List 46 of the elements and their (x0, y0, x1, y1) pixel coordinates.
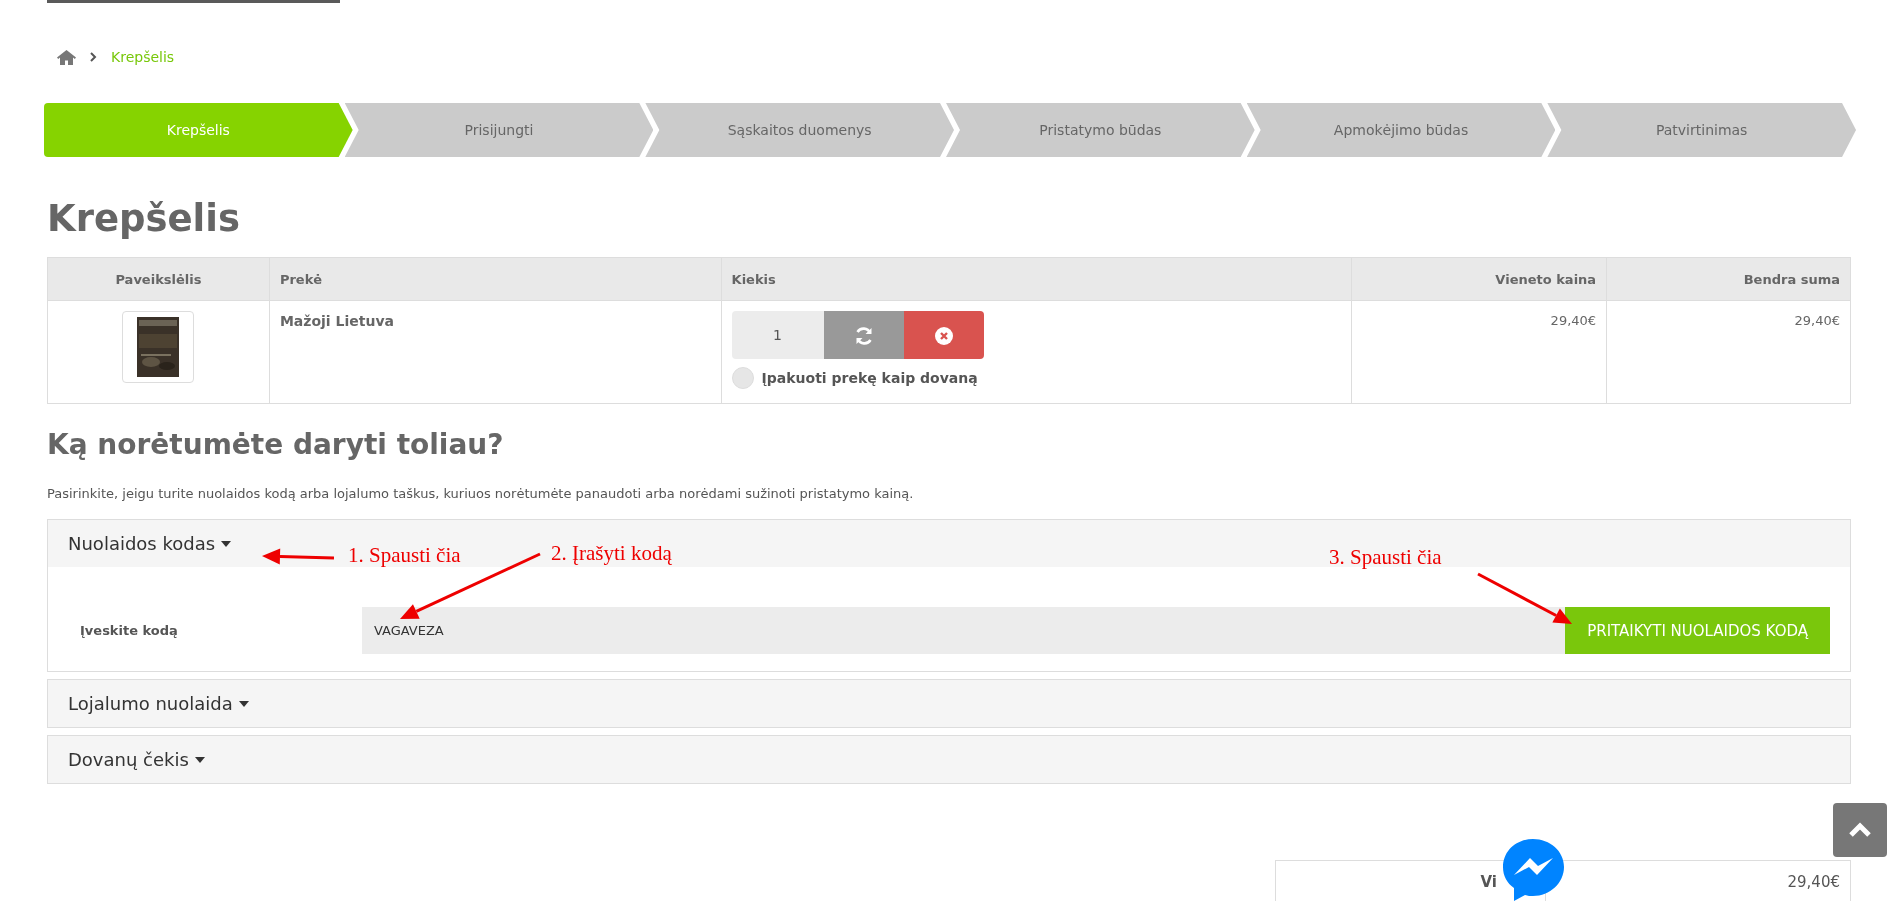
gift-wrap-checkbox[interactable] (731, 367, 754, 390)
close-circle-icon (934, 327, 953, 346)
chevron-up-icon (1848, 822, 1872, 838)
column-header: Prekė (269, 257, 722, 301)
accordion-title: Dovanų čekis (68, 748, 189, 773)
discount-code-field[interactable]: VAGAVEZA (362, 607, 1566, 655)
section-heading: Ką norėtumėte daryti toliau? (47, 428, 505, 462)
summary-label: Vi (1480, 873, 1497, 891)
caret-down-icon (221, 541, 232, 547)
chat-icon[interactable] (1502, 838, 1565, 901)
field-label: Įveskite kodą (79, 622, 179, 641)
refresh-button[interactable] (823, 311, 904, 360)
column-header: Kiekis (721, 257, 1352, 301)
accordion-title: Nuolaidos kodas (68, 532, 216, 557)
scroll-to-top-button[interactable] (1833, 803, 1887, 857)
gift-wrap-label[interactable]: Įpakuoti prekę kaip dovaną (761, 367, 978, 389)
page-title: Krepšelis (47, 197, 241, 242)
checkout-step[interactable]: Prisijungti (344, 103, 654, 157)
summary-value: 29,40€ (1787, 873, 1840, 891)
checkout-step[interactable]: Krepšelis (44, 103, 353, 157)
unit-price: 29,40€ (1550, 313, 1597, 329)
breadcrumb-link[interactable]: Krepšelis (111, 46, 175, 68)
instruction-text: Pasirinkite, jeigu turite nuolaidos kodą arba lojalumo taškus, kuriuos norėtumėte panaudoti arba norėdami sužinoti pristatymo kainą. (47, 485, 915, 503)
column-header: Paveikslėlis (47, 257, 270, 301)
annotation-text: 3. Spausti čia (1329, 547, 1442, 568)
quantity-field[interactable]: 1 (731, 311, 824, 360)
home-icon[interactable] (57, 49, 76, 65)
total-price: 29,40€ (1794, 313, 1840, 329)
column-header: Bendra suma (1606, 257, 1851, 301)
remove-button[interactable] (903, 311, 984, 360)
chevron-right-icon (90, 52, 97, 62)
apply-code-button[interactable]: PRITAIKYTI NUOLAIDOS KODĄ (1565, 607, 1830, 655)
accordion-header[interactable]: Dovanų čekis (48, 736, 1850, 784)
caret-down-icon (194, 757, 205, 763)
checkout-step[interactable]: Sąskaitos duomenys (645, 103, 954, 157)
checkout-step[interactable]: Patvirtinimas (1547, 103, 1857, 157)
product-name: Mažoji Lietuva (279, 312, 395, 332)
column-header: Vieneto kaina (1351, 257, 1607, 301)
annotation-text: 1. Spausti čia (348, 545, 461, 566)
checkout-step[interactable]: Pristatymo būdas (946, 103, 1255, 157)
product-thumbnail[interactable] (122, 311, 195, 384)
checkout-step[interactable]: Apmokėjimo būdas (1246, 103, 1556, 157)
caret-down-icon (238, 701, 249, 707)
accordion-header[interactable]: Lojalumo nuolaida (48, 680, 1850, 728)
accordion-title: Lojalumo nuolaida (68, 692, 233, 717)
annotation-text: 2. Įrašyti kodą (551, 543, 672, 564)
